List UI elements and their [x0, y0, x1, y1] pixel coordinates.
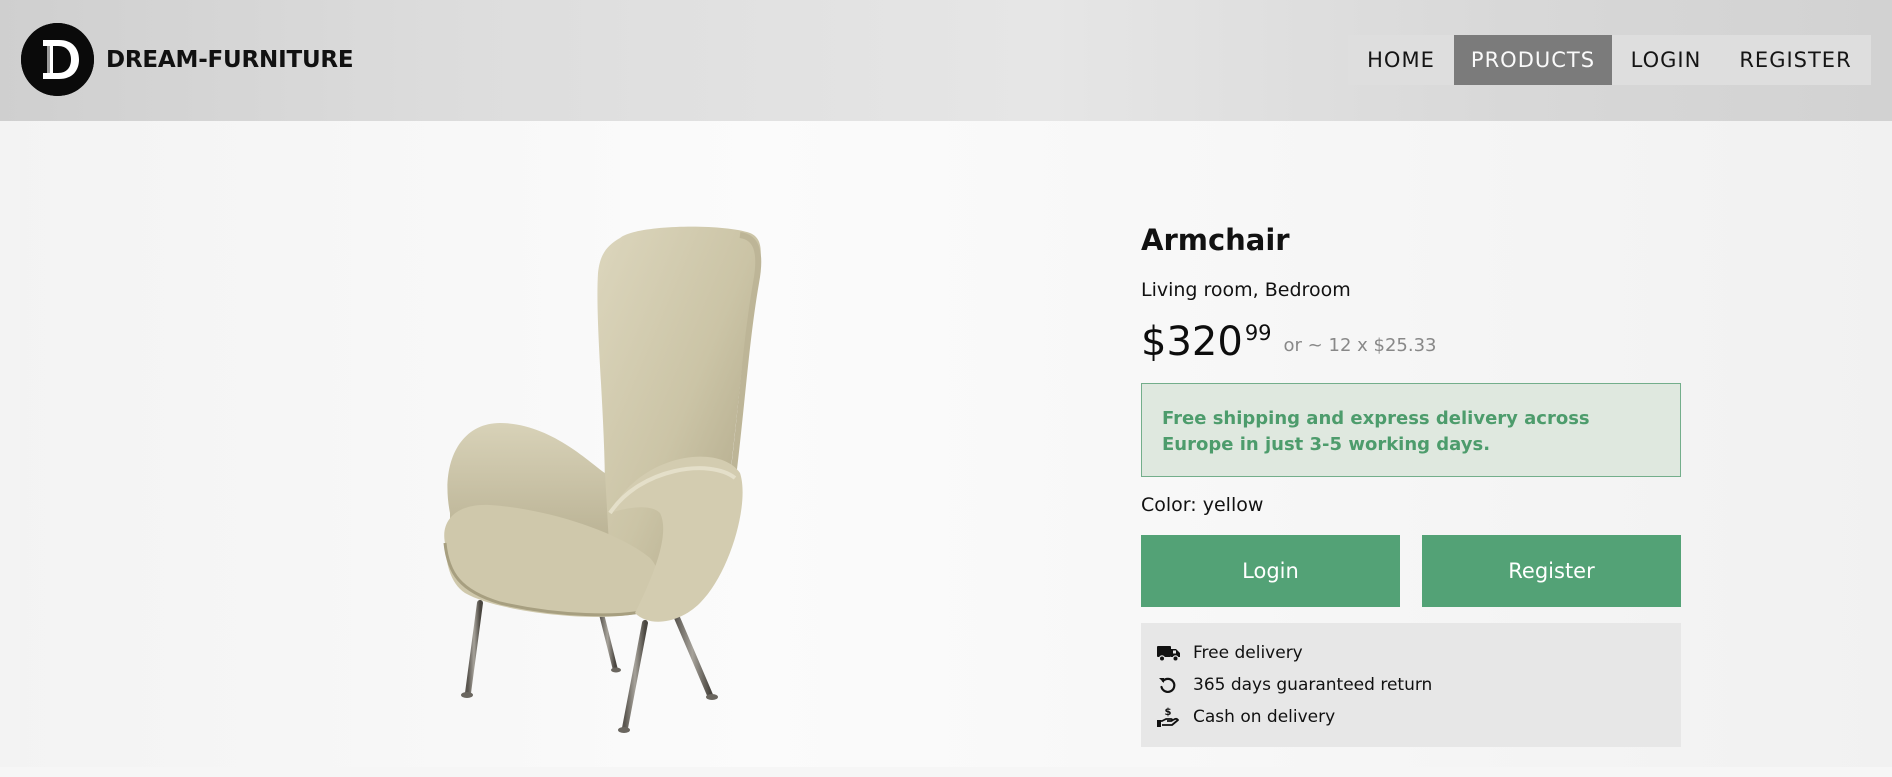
feature-label: Cash on delivery — [1193, 707, 1336, 727]
nav-home[interactable]: HOME — [1348, 35, 1454, 85]
login-button[interactable]: Login — [1141, 535, 1400, 607]
cash-hand-icon: $ — [1157, 706, 1193, 728]
price-amount: $320 — [1141, 319, 1243, 365]
shipping-notice: Free shipping and express delivery acros… — [1141, 383, 1681, 477]
color-label: Color: — [1141, 494, 1197, 516]
list-item: Free delivery — [1157, 637, 1665, 669]
product-title: Armchair — [1141, 223, 1290, 257]
product-page: Armchair Living room, Bedroom $320 99 or… — [0, 121, 1892, 767]
price-currency: $ — [1141, 319, 1167, 365]
installment-text: or ~ 12 x $25.33 — [1283, 335, 1437, 356]
site-header: DREAM-FURNITURE HOME PRODUCTS LOGIN REGI… — [0, 0, 1892, 121]
features-list: Free delivery 365 days guaranteed return… — [1141, 623, 1681, 747]
nav-login[interactable]: LOGIN — [1612, 35, 1720, 85]
price-whole: 320 — [1166, 319, 1243, 365]
color-value: yellow — [1202, 494, 1264, 516]
svg-text:$: $ — [1165, 707, 1172, 718]
brand[interactable]: DREAM-FURNITURE — [21, 23, 354, 96]
brand-name[interactable]: DREAM-FURNITURE — [106, 47, 354, 73]
price-row: $320 99 or ~ 12 x $25.33 — [1141, 319, 1436, 365]
list-item: $ Cash on delivery — [1157, 701, 1665, 733]
undo-icon — [1157, 674, 1193, 696]
armchair-image — [420, 213, 860, 773]
feature-label: 365 days guaranteed return — [1193, 675, 1433, 695]
register-button[interactable]: Register — [1422, 535, 1681, 607]
nav-products[interactable]: PRODUCTS — [1454, 35, 1612, 85]
truck-icon — [1157, 642, 1193, 664]
d-monogram-logo-icon[interactable] — [21, 23, 94, 96]
list-item: 365 days guaranteed return — [1157, 669, 1665, 701]
feature-label: Free delivery — [1193, 643, 1303, 663]
nav-register[interactable]: REGISTER — [1720, 35, 1871, 85]
product-categories: Living room, Bedroom — [1141, 279, 1351, 301]
main-nav: HOME PRODUCTS LOGIN REGISTER — [1348, 35, 1871, 85]
color-info: Color: yellow — [1141, 494, 1263, 516]
price-cents: 99 — [1244, 321, 1272, 345]
